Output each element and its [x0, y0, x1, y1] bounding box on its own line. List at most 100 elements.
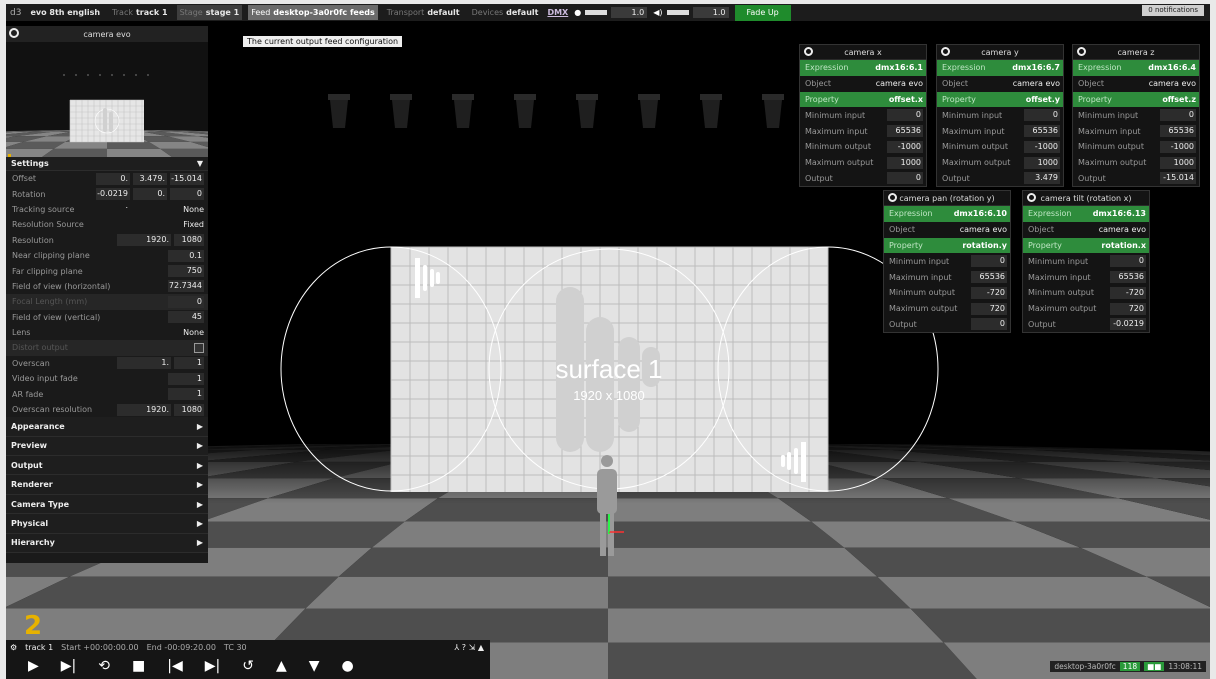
- expression-row-object[interactable]: Object camera evo: [1023, 222, 1149, 238]
- settings-value-field[interactable]: 1920.: [117, 403, 171, 416]
- brightness-slider[interactable]: [585, 10, 608, 15]
- settings-row[interactable]: Field of view (horizontal) 72.7344: [6, 279, 208, 294]
- expression-row-expression[interactable]: Expression dmx16:6.1: [800, 60, 926, 76]
- expression-row-expression[interactable]: Expression dmx16:6.10: [884, 206, 1010, 222]
- expression-row-max-in[interactable]: Maximum input 65536: [1023, 269, 1149, 285]
- brightness-value[interactable]: 1.0: [611, 7, 648, 18]
- expression-row-output[interactable]: Output -0.0219: [1023, 317, 1149, 333]
- expression-row-value[interactable]: 1000: [1160, 156, 1196, 169]
- expression-row-max-out[interactable]: Maximum output 1000: [937, 155, 1063, 171]
- settings-row[interactable]: Rotation -0.0219 . 0. 0: [6, 186, 208, 210]
- gear-icon[interactable]: [804, 47, 813, 56]
- volume-value[interactable]: 1.0: [692, 7, 729, 18]
- transport-mode-icons[interactable]: ⅄ ? ⇲ ▲: [454, 643, 484, 652]
- expression-row-output[interactable]: Output 3.479: [937, 171, 1063, 187]
- transport-selector[interactable]: Transport default: [384, 5, 463, 20]
- expression-row-output[interactable]: Output 0: [800, 171, 926, 187]
- expression-row-max-in[interactable]: Maximum input 65536: [937, 123, 1063, 139]
- volume-control[interactable]: ◀) 1.0: [653, 7, 729, 18]
- expression-row-min-out[interactable]: Minimum output -720: [884, 285, 1010, 301]
- settings-value-field[interactable]: 0: [168, 295, 204, 308]
- section-header[interactable]: Physical ▶: [6, 514, 208, 534]
- brightness-control[interactable]: ● 1.0: [574, 7, 648, 18]
- expression-row-value[interactable]: 720: [971, 302, 1007, 315]
- next-section-icon[interactable]: ▶|: [205, 658, 220, 674]
- expression-panel[interactable]: camera tilt (rotation x) Expression dmx16:…: [1022, 190, 1150, 334]
- gear-icon[interactable]: [941, 47, 950, 56]
- settings-value-field[interactable]: 3.479.: [133, 172, 167, 185]
- expression-row-value[interactable]: -1000: [1024, 140, 1060, 153]
- expression-panel[interactable]: camera y Expression dmx16:6.7 Object camera …: [936, 44, 1064, 188]
- expression-row-max-out[interactable]: Maximum output 1000: [800, 155, 926, 171]
- expression-row-property[interactable]: Property offset.z: [1073, 91, 1199, 108]
- expression-panel[interactable]: camera x Expression dmx16:6.1 Object camera …: [799, 44, 927, 188]
- feed-selector[interactable]: Feed desktop-3a0r0fc feeds: [248, 5, 378, 20]
- expression-row-value[interactable]: -1000: [887, 140, 923, 153]
- gear-icon[interactable]: ⚙: [10, 643, 17, 652]
- settings-value-field[interactable]: 750: [168, 265, 204, 278]
- settings-row[interactable]: Resolution Source Fixed: [6, 217, 208, 232]
- expression-row-max-in[interactable]: Maximum input 65536: [884, 269, 1010, 285]
- expression-row-value[interactable]: 720: [1110, 302, 1146, 315]
- expression-row-value[interactable]: -720: [1110, 286, 1146, 299]
- settings-row[interactable]: Overscan resolution 1920. 1080: [6, 402, 208, 417]
- expression-row-object[interactable]: Object camera evo: [884, 222, 1010, 238]
- record-icon[interactable]: ●: [342, 658, 354, 674]
- expression-row-expression[interactable]: Expression dmx16:6.4: [1073, 60, 1199, 76]
- expression-row-value[interactable]: 65536: [1110, 271, 1146, 284]
- expression-row-min-in[interactable]: Minimum input 0: [884, 253, 1010, 269]
- expression-row-value[interactable]: dmx16:6.10: [954, 209, 1007, 218]
- expression-row-value[interactable]: -1000: [1160, 140, 1196, 153]
- expression-panel[interactable]: camera z Expression dmx16:6.4 Object camera …: [1072, 44, 1200, 188]
- settings-value-field[interactable]: 1080: [174, 234, 204, 247]
- volume-slider[interactable]: [666, 10, 689, 15]
- settings-value-field[interactable]: -15.014: [170, 172, 204, 185]
- expression-row-value[interactable]: 1000: [887, 156, 923, 169]
- expression-row-expression[interactable]: Expression dmx16:6.13: [1023, 206, 1149, 222]
- settings-row[interactable]: Video input fade 1: [6, 371, 208, 386]
- settings-value-field[interactable]: 72.7344: [168, 280, 204, 293]
- expression-panel-header[interactable]: camera tilt (rotation x): [1023, 191, 1149, 206]
- expression-panel-header[interactable]: camera y: [937, 45, 1063, 60]
- expression-row-value[interactable]: offset.z: [1162, 95, 1196, 104]
- settings-row[interactable]: Distort output: [6, 340, 208, 356]
- checkbox[interactable]: [194, 342, 204, 353]
- expression-row-max-in[interactable]: Maximum input 65536: [800, 123, 926, 139]
- settings-value-text[interactable]: None: [183, 205, 204, 214]
- expression-row-value[interactable]: 65536: [887, 125, 923, 138]
- gear-icon[interactable]: [1027, 193, 1036, 202]
- expression-row-value[interactable]: offset.y: [1026, 95, 1060, 104]
- expression-row-max-out[interactable]: Maximum output 720: [1023, 301, 1149, 317]
- expression-row-max-out[interactable]: Maximum output 1000: [1073, 155, 1199, 171]
- settings-value-field[interactable]: 1080: [174, 403, 204, 416]
- expression-row-property[interactable]: Property rotation.y: [884, 237, 1010, 254]
- settings-row[interactable]: Offset 0. 3.479. -15.014: [6, 171, 208, 186]
- app-logo-icon[interactable]: d3: [10, 8, 21, 18]
- expression-row-value[interactable]: dmx16:6.4: [1148, 63, 1196, 72]
- expression-row-min-in[interactable]: Minimum input 0: [937, 107, 1063, 123]
- section-header[interactable]: Renderer ▶: [6, 475, 208, 495]
- play-to-end-icon[interactable]: ▶|: [61, 658, 76, 674]
- expression-panel-header[interactable]: camera pan (rotation y): [884, 191, 1010, 206]
- expression-row-value[interactable]: 0: [1160, 109, 1196, 122]
- expression-row-value[interactable]: -0.0219: [1110, 318, 1146, 331]
- expression-row-output[interactable]: Output -15.014: [1073, 171, 1199, 187]
- expression-row-min-out[interactable]: Minimum output -720: [1023, 285, 1149, 301]
- gear-icon[interactable]: [9, 28, 19, 38]
- expression-panel[interactable]: camera pan (rotation y) Expression dmx16:6…: [883, 190, 1011, 334]
- settings-row[interactable]: Field of view (vertical) 45: [6, 310, 208, 325]
- expression-row-object[interactable]: Object camera evo: [800, 76, 926, 92]
- loop-section-icon[interactable]: ⟲: [98, 658, 110, 674]
- settings-value-text[interactable]: Fixed: [183, 220, 204, 229]
- settings-value-field[interactable]: 45: [168, 311, 204, 324]
- section-header[interactable]: Preview ▶: [6, 436, 208, 457]
- expression-panel-header[interactable]: camera z: [1073, 45, 1199, 60]
- settings-section-header[interactable]: Settings ▼: [6, 157, 208, 171]
- panel-header[interactable]: camera evo: [6, 26, 208, 42]
- expression-row-output[interactable]: Output 0: [884, 317, 1010, 333]
- notifications-button[interactable]: 0 notifications: [1142, 5, 1204, 16]
- expression-row-value[interactable]: 3.479: [1024, 172, 1060, 185]
- expression-row-value[interactable]: rotation.x: [1101, 241, 1146, 250]
- settings-value-field[interactable]: 1: [174, 357, 204, 370]
- expression-row-value[interactable]: camera evo: [876, 79, 923, 88]
